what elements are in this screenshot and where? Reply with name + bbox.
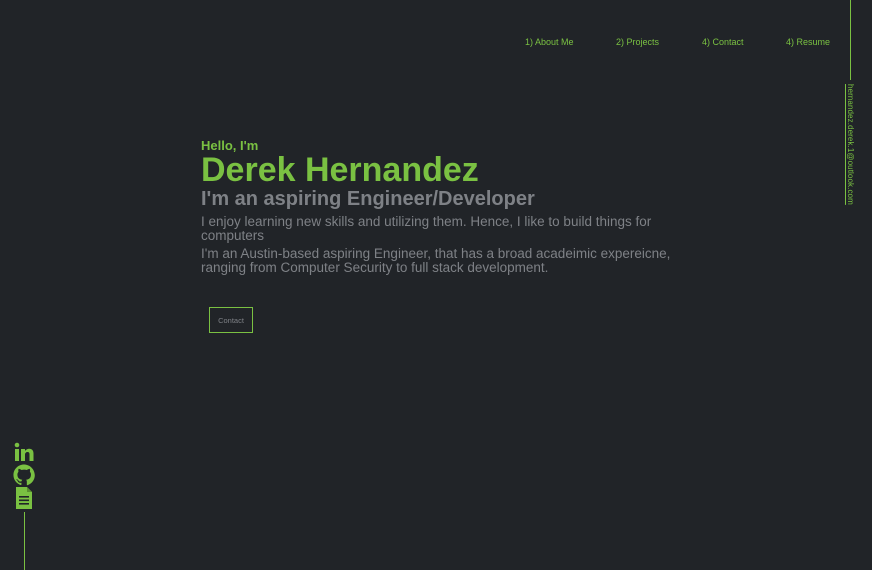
github-icon[interactable] <box>13 464 35 486</box>
left-divider-line <box>24 512 25 570</box>
role-subtitle: I'm an aspiring Engineer/Developer <box>201 188 535 210</box>
linkedin-icon-graphic <box>14 442 34 461</box>
hero-section: Hello, I'm Derek Hernandez I'm an aspiri… <box>201 138 701 275</box>
right-divider-line <box>850 0 851 80</box>
linkedin-icon[interactable] <box>13 441 35 463</box>
bio-line-2: ranging from Computer Security to full s… <box>201 260 549 275</box>
email-link[interactable]: hernandez.derek.1@outlook.com <box>845 84 855 205</box>
nav-resume[interactable]: 4) Resume <box>786 36 830 48</box>
bio-line-1: I'm an Austin-based aspiring Engineer, t… <box>201 246 671 261</box>
page-title: Derek Hernandez <box>201 151 479 189</box>
document-icon-graphic <box>16 487 32 509</box>
contact-button[interactable]: Contact <box>209 307 253 333</box>
description-text: I enjoy learning new skills and utilizin… <box>201 214 652 243</box>
github-icon-graphic <box>13 464 35 486</box>
nav-about-me[interactable]: 1) About Me <box>525 36 574 48</box>
nav-contact[interactable]: 4) Contact <box>702 36 744 48</box>
document-icon[interactable] <box>13 487 35 509</box>
top-nav: 1) About Me 2) Projects 4) Contact 4) Re… <box>0 36 872 48</box>
portfolio-page: 1) About Me 2) Projects 4) Contact 4) Re… <box>0 0 872 570</box>
nav-projects[interactable]: 2) Projects <box>616 36 659 48</box>
